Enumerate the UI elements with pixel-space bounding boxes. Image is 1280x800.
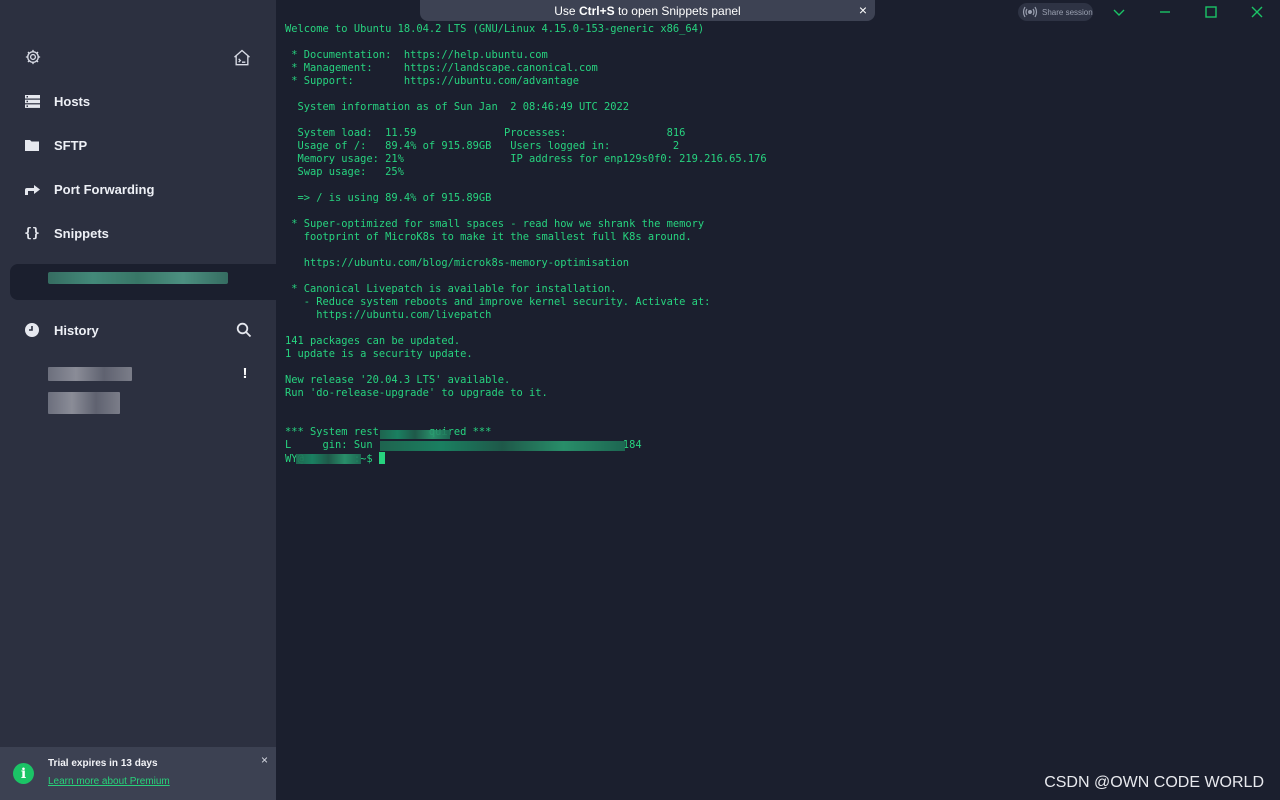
terminal-line: System load: 11.59 Processes: 816 (285, 127, 686, 139)
banner-suffix: to open Snippets panel (614, 3, 741, 18)
sidebar-item-port-forwarding[interactable]: Port Forwarding (0, 174, 276, 204)
gear-icon[interactable] (24, 48, 42, 66)
close-icon[interactable]: × (261, 753, 268, 767)
sidebar-item-label: Snippets (54, 225, 109, 241)
share-session-button[interactable]: Share session (1018, 3, 1093, 21)
terminal-line: https://ubuntu.com/blog/microk8s-memory-… (285, 257, 630, 269)
info-icon: i (13, 763, 34, 784)
trial-title: Trial expires in 13 days (48, 758, 158, 769)
terminal-line: * Support: https://ubuntu.com/advantage (285, 75, 580, 87)
terminal-output[interactable]: Welcome to Ubuntu 18.04.2 LTS (GNU/Linux… (285, 23, 1275, 465)
hosts-icon (24, 93, 40, 109)
terminal-line: * Super-optimized for small spaces - rea… (285, 218, 705, 230)
terminal-line: WY@ :~$ (285, 452, 1275, 465)
sidebar-item-label: SFTP (54, 137, 88, 153)
redaction-mark (380, 430, 450, 439)
terminal-line: https://ubuntu.com/livepatch (285, 309, 492, 321)
folder-icon (24, 137, 40, 153)
terminal-line: - Reduce system reboots and improve kern… (285, 296, 711, 308)
share-session-label: Share session (1042, 7, 1093, 17)
clock-icon (25, 323, 39, 337)
terminal-cursor (378, 452, 385, 464)
chevron-down-icon[interactable] (1110, 3, 1128, 21)
history-label: History (54, 322, 99, 338)
snippets-hint-banner: Use Ctrl+S to open Snippets panel × (420, 0, 875, 21)
trial-notice: i Trial expires in 13 days Learn more ab… (0, 747, 276, 800)
broadcast-icon (1022, 6, 1038, 18)
port-forwarding-icon (24, 181, 40, 197)
sidebar: Hosts SFTP Port Forwarding {} Snippets H… (0, 0, 276, 800)
terminal-line: Usage of /: 89.4% of 915.89GB Users logg… (285, 140, 680, 152)
sidebar-item-label: Port Forwarding (54, 181, 155, 197)
braces-icon: {} (24, 225, 40, 241)
watermark: CSDN @OWN CODE WORLD (1044, 774, 1264, 791)
terminal-line: * Documentation: https://help.ubuntu.com (285, 49, 548, 61)
terminal-line: 141 packages can be updated. (285, 335, 461, 347)
sidebar-item-sftp[interactable]: SFTP (0, 130, 276, 160)
redacted-host-name (48, 272, 228, 284)
terminal-line: New release '20.04.3 LTS' available. (285, 374, 511, 386)
history-item[interactable] (48, 367, 132, 381)
terminal-line: Run 'do-release-upgrade' to upgrade to i… (285, 387, 548, 399)
warning-icon: ! (242, 365, 248, 382)
close-window-icon[interactable] (1248, 3, 1266, 21)
sidebar-item-hosts[interactable]: Hosts (0, 86, 276, 116)
search-icon[interactable] (236, 322, 252, 338)
sidebar-top-icons (24, 48, 252, 68)
terminal-line: * Canonical Livepatch is available for i… (285, 283, 617, 295)
active-host-item[interactable] (10, 264, 276, 300)
close-icon[interactable]: × (859, 2, 867, 18)
history-header: History (0, 316, 276, 344)
terminal-line: Memory usage: 21% IP address for enp129s… (285, 153, 767, 165)
history-item[interactable] (48, 392, 120, 414)
terminal-line: footprint of MicroK8s to make it the sma… (285, 231, 692, 243)
redaction-mark (380, 441, 625, 451)
minimize-icon[interactable] (1156, 3, 1174, 21)
terminal-line: System information as of Sun Jan 2 08:46… (285, 101, 630, 113)
terminal-line: * Management: https://landscape.canonica… (285, 62, 598, 74)
sidebar-item-label: Hosts (54, 93, 91, 109)
terminal-line: Welcome to Ubuntu 18.04.2 LTS (GNU/Linux… (285, 23, 705, 35)
terminal-line: 1 update is a security update. (285, 348, 473, 360)
redaction-mark (296, 454, 361, 464)
sidebar-item-snippets[interactable]: {} Snippets (0, 218, 276, 248)
terminal-line: => / is using 89.4% of 915.89GB (285, 192, 492, 204)
home-terminal-icon[interactable] (232, 48, 252, 68)
banner-shortcut: Ctrl+S (578, 3, 615, 18)
terminal-line: Swap usage: 25% (285, 166, 404, 178)
premium-link[interactable]: Learn more about Premium (48, 776, 170, 787)
banner-prefix: Use (554, 3, 579, 18)
maximize-icon[interactable] (1202, 3, 1220, 21)
